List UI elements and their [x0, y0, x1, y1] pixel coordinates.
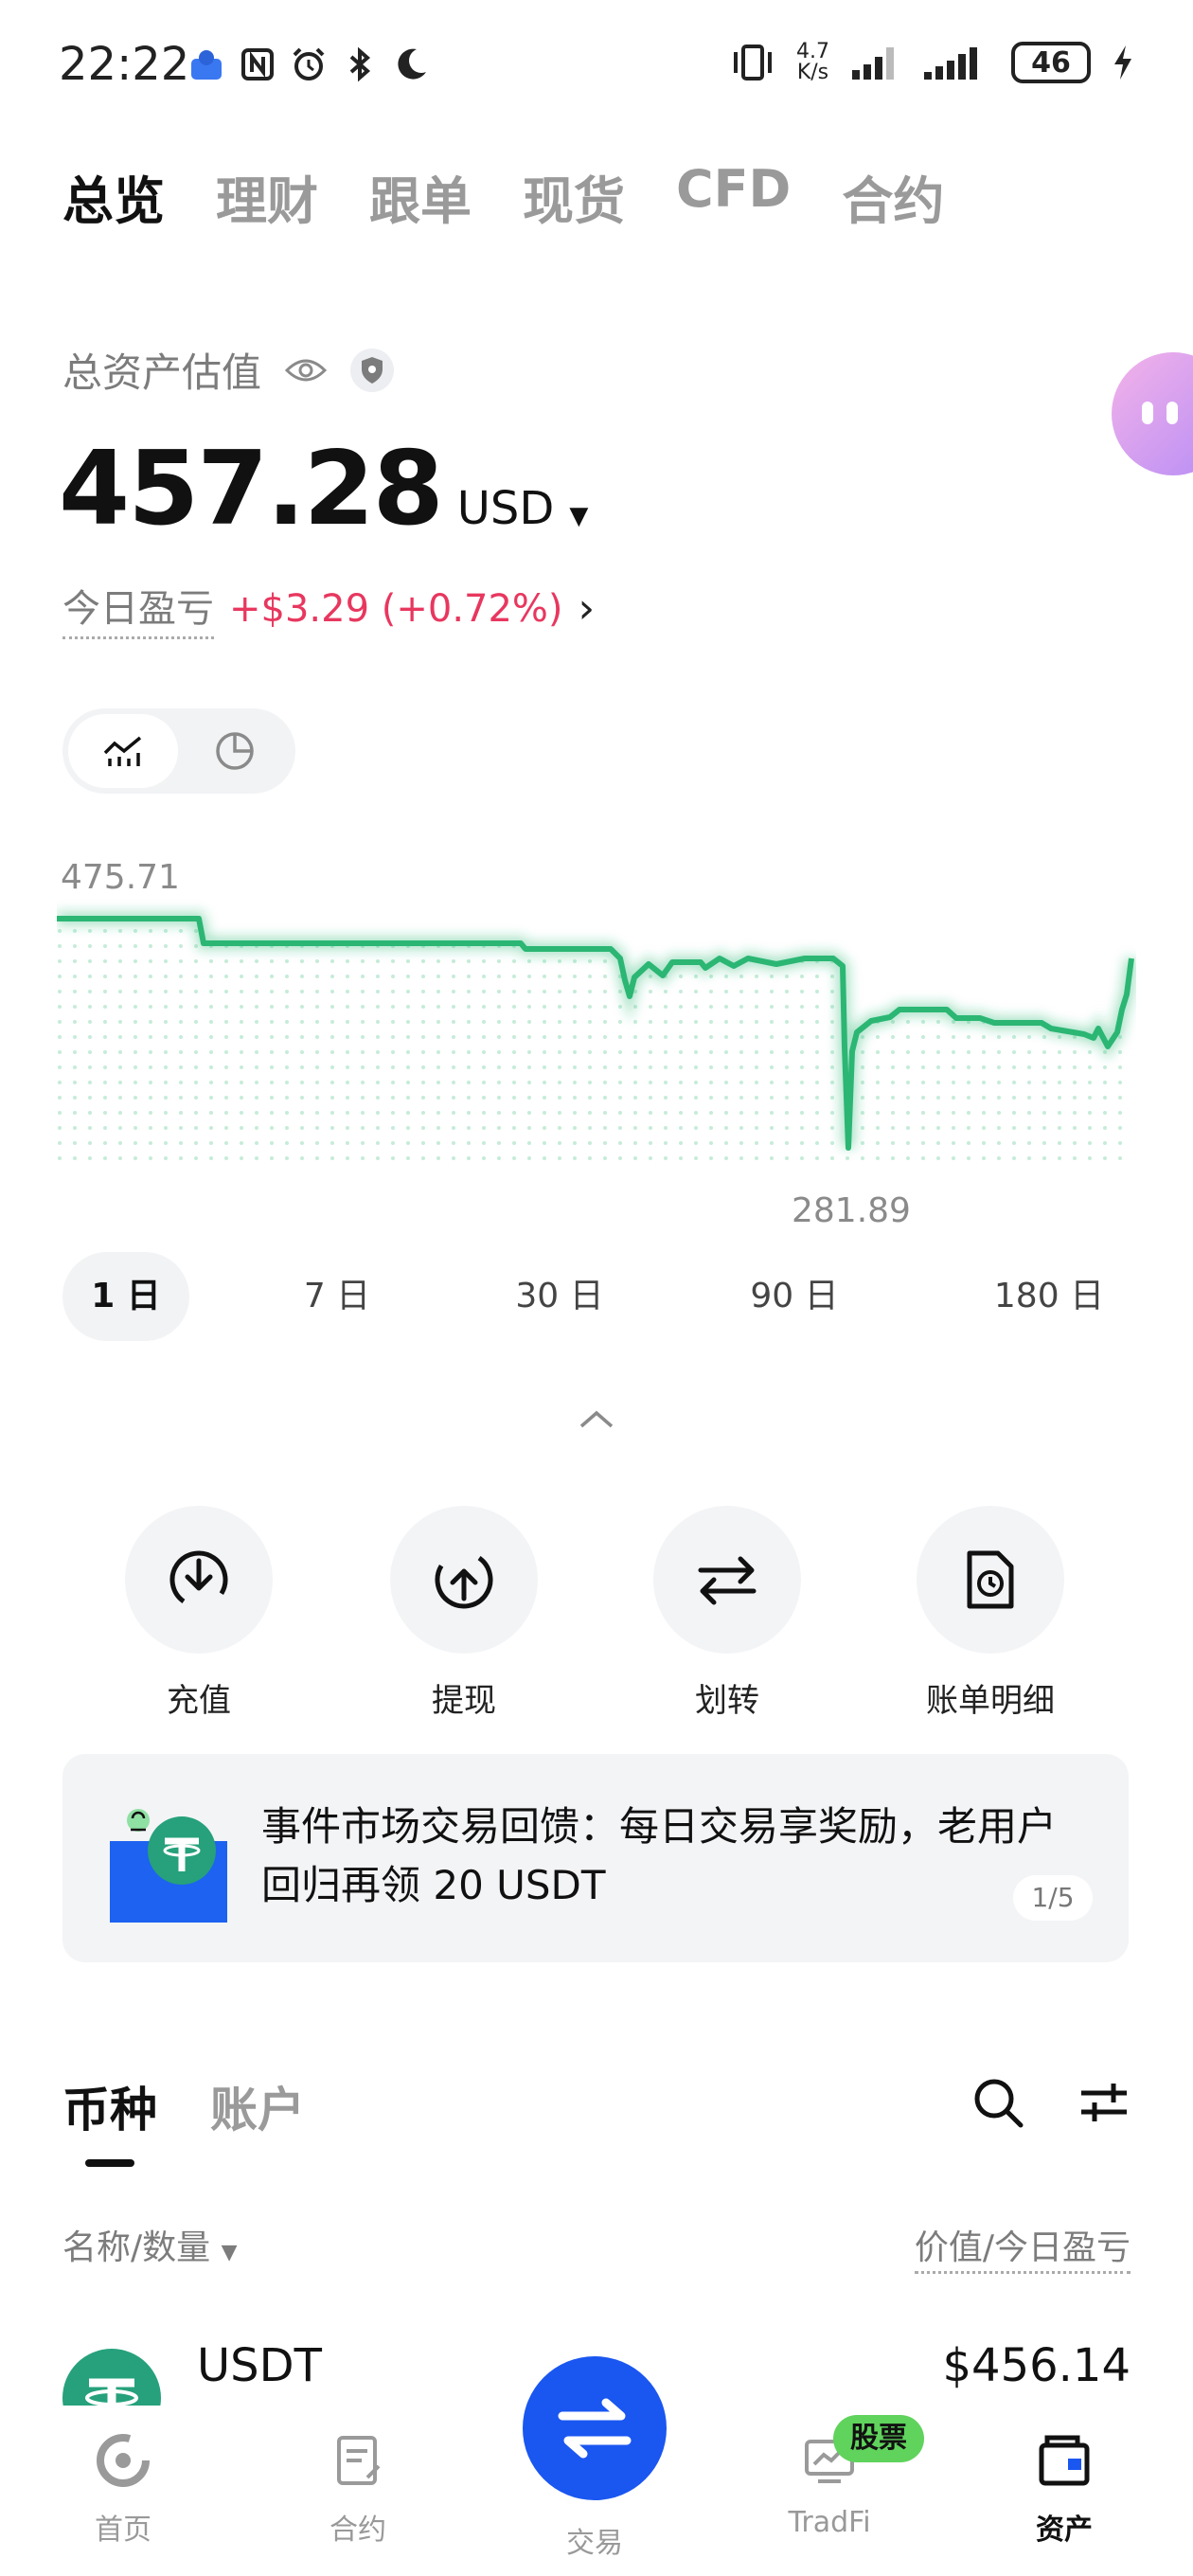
line-chart-icon — [103, 736, 142, 766]
assistant-bubble[interactable] — [1112, 352, 1193, 475]
chevron-right-icon[interactable]: › — [579, 584, 596, 633]
transfer-icon-circle — [653, 1506, 801, 1654]
status-time: 22:22 — [59, 38, 190, 91]
sort-caret-icon: ▼ — [221, 2241, 238, 2264]
charging-icon — [1114, 45, 1131, 80]
withdraw-icon — [435, 1550, 493, 1609]
do-not-disturb-moon-icon — [398, 48, 426, 80]
chart-min-label: 281.89 — [792, 1191, 911, 1230]
tab-earn[interactable]: 理财 — [216, 159, 318, 234]
asset-name: USDT — [197, 2339, 322, 2392]
alarm-icon — [293, 47, 325, 80]
period-30d[interactable]: 30 日 — [498, 1252, 621, 1341]
usdt-promo-illustration — [110, 1809, 227, 1923]
pie-chart-icon — [216, 732, 254, 770]
asset-value: $456.14 — [942, 2339, 1131, 2392]
bluetooth-icon — [349, 46, 371, 82]
total-balance: 457.28 — [59, 430, 444, 548]
chevron-up-icon[interactable] — [578, 1407, 615, 1430]
promo-text: 事件市场交易回馈：每日交易享奖励，老用户回归再领 20 USDT — [261, 1803, 1058, 1908]
battery-indicator: 46 — [1011, 42, 1091, 83]
chart-type-toggle — [62, 708, 295, 794]
status-bar: 22:22 4.7 K/s 46 — [0, 0, 1193, 142]
nav-tradfi-label: TradFi — [788, 2506, 871, 2539]
nav-assets[interactable]: 资产 — [970, 2432, 1159, 2548]
tab-spot[interactable]: 现货 — [523, 159, 625, 234]
sort-by-name-label: 名称/数量 — [62, 2228, 211, 2267]
nav-futures[interactable]: 合约 — [263, 2432, 453, 2548]
bill-icon — [967, 1550, 1014, 1609]
pie-chart-option[interactable] — [180, 714, 290, 788]
today-pnl-label: 今日盈亏 — [62, 578, 214, 639]
bill-details-button[interactable]: 账单明细 — [886, 1506, 1095, 1721]
status-notification-icons — [187, 45, 430, 83]
network-speed: 4.7 K/s — [796, 42, 829, 83]
promo-banner[interactable]: 事件市场交易回馈：每日交易享奖励，老用户回归再领 20 USDT 1/5 — [62, 1754, 1129, 1962]
tab-copy-trading[interactable]: 跟单 — [369, 159, 472, 234]
deposit-icon — [169, 1550, 228, 1609]
futures-doc-icon — [337, 2436, 381, 2485]
tab-overview[interactable]: 总览 — [62, 159, 165, 234]
vibrate-icon — [734, 45, 772, 80]
today-pnl-value: +$3.29 (+0.72%) — [229, 586, 563, 631]
tab-cfd[interactable]: CFD — [676, 159, 791, 234]
eye-icon[interactable] — [284, 356, 328, 385]
balance-line-chart — [57, 912, 1136, 1165]
tab-futures[interactable]: 合约 — [842, 159, 944, 234]
nav-home[interactable]: 首页 — [28, 2432, 218, 2548]
trade-button[interactable] — [523, 2356, 667, 2500]
active-tab-indicator — [85, 2159, 134, 2167]
today-pnl-row[interactable]: 今日盈亏 +$3.29 (+0.72%) › — [62, 578, 595, 639]
sort-by-name[interactable]: 名称/数量 ▼ — [62, 2220, 238, 2269]
net-speed-value: 4.7 — [796, 40, 829, 63]
balance-row: 457.28 USD ▼ — [59, 430, 588, 548]
promo-pager: 1/5 — [1013, 1875, 1093, 1921]
transfer-icon — [698, 1556, 757, 1605]
usdt-logo-icon — [62, 2349, 161, 2406]
withdraw-button[interactable]: 提现 — [360, 1506, 568, 1721]
nav-futures-label: 合约 — [329, 2513, 386, 2547]
bill-icon-circle — [917, 1506, 1064, 1654]
nav-assets-label: 资产 — [1036, 2513, 1093, 2547]
nav-trade-label: 交易 — [566, 2527, 623, 2560]
swap-arrows-icon — [558, 2398, 632, 2459]
shield-icon[interactable] — [350, 348, 395, 392]
period-selector: 1 日 7 日 30 日 90 日 180 日 — [62, 1252, 1132, 1341]
tab-coins[interactable]: 币种 — [62, 2072, 157, 2140]
period-90d[interactable]: 90 日 — [733, 1252, 856, 1341]
signal-icon — [852, 47, 894, 80]
bill-details-label: 账单明细 — [926, 1682, 1055, 1720]
period-180d[interactable]: 180 日 — [973, 1252, 1125, 1341]
transfer-label: 划转 — [695, 1682, 759, 1720]
value-pnl-header[interactable]: 价值/今日盈亏 — [914, 2220, 1131, 2274]
currency-selector[interactable]: USD — [457, 482, 555, 535]
nfc-icon — [241, 48, 274, 80]
tab-accounts[interactable]: 账户 — [210, 2072, 305, 2140]
app-notification-icon — [191, 50, 222, 80]
deposit-button[interactable]: 充值 — [95, 1506, 303, 1721]
line-chart-option[interactable] — [68, 714, 178, 788]
withdraw-label: 提现 — [432, 1682, 496, 1720]
nav-home-label: 首页 — [95, 2513, 151, 2547]
net-speed-unit: K/s — [796, 61, 829, 84]
caret-down-icon[interactable]: ▼ — [569, 502, 588, 530]
top-tabs: 总览 理财 跟单 现货 CFD 合约 — [62, 159, 944, 234]
signal-icon-2 — [924, 47, 977, 80]
search-icon[interactable] — [971, 2076, 1024, 2129]
status-right: 4.7 K/s 46 — [730, 42, 1134, 83]
withdraw-icon-circle — [390, 1506, 538, 1654]
total-asset-label: 总资产估值 — [62, 349, 262, 396]
wallet-icon — [1039, 2435, 1090, 2486]
home-logo-icon — [97, 2434, 150, 2487]
list-tools — [971, 2076, 1131, 2129]
deposit-icon-circle — [125, 1506, 273, 1654]
total-asset-label-row: 总资产估值 — [62, 341, 395, 399]
transfer-button[interactable]: 划转 — [623, 1506, 831, 1721]
period-1d[interactable]: 1 日 — [62, 1252, 189, 1341]
stocks-badge: 股票 — [833, 2415, 924, 2462]
asset-list-tabs: 币种 账户 — [62, 2072, 305, 2140]
deposit-label: 充值 — [167, 1682, 231, 1720]
period-7d[interactable]: 7 日 — [280, 1252, 394, 1341]
filter-sliders-icon[interactable] — [1077, 2076, 1131, 2129]
